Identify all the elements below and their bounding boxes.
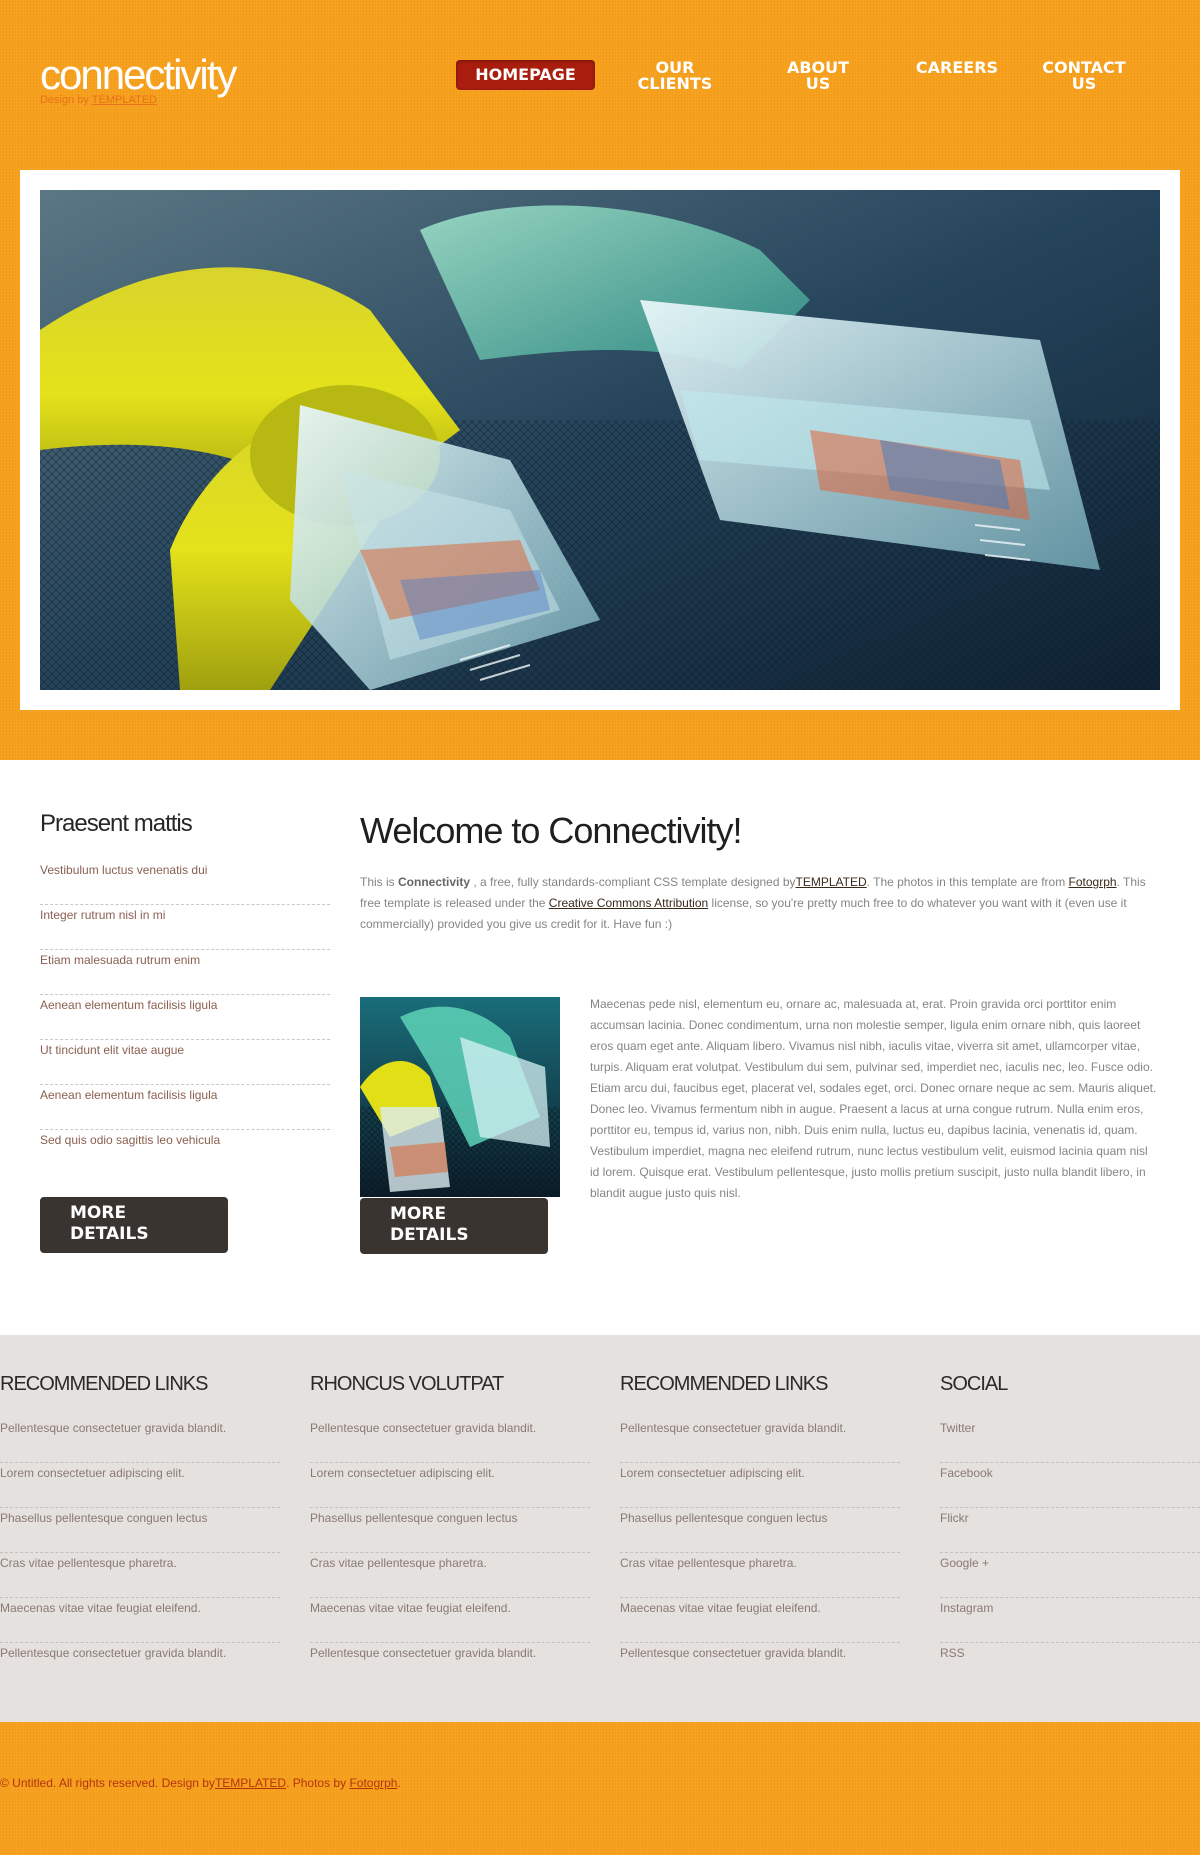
nav-label: Careers <box>915 58 999 77</box>
intro-text: This is <box>360 875 399 889</box>
footer-link[interactable]: Pellentesque consectetuer gravida blandi… <box>0 1643 280 1688</box>
footer-link[interactable]: Pellentesque consectetuer gravida blandi… <box>620 1643 900 1688</box>
sidebar-link[interactable]: Integer rutrum nisl in mi <box>40 905 330 950</box>
footer-link[interactable]: Phasellus pellentesque conguen lectus <box>0 1508 280 1553</box>
page-title: Welcome to Connectivity! <box>360 810 743 851</box>
sidebar-link[interactable]: Sed quis odio sagittis leo vehicula <box>40 1130 330 1175</box>
fotogrph-link[interactable]: Fotogrph <box>1069 875 1117 889</box>
site-footer: © Untitled. All rights reserved. Design … <box>0 1722 1200 1855</box>
nav-item-careers[interactable]: Careers <box>892 60 1022 90</box>
footer-link[interactable]: Lorem consectetuer adipiscing elit. <box>310 1463 590 1508</box>
nav-label: Homepage <box>475 65 576 84</box>
nav-item-our-clients[interactable]: Our Clients <box>610 60 740 93</box>
cable-thumbnail-photo <box>360 997 560 1197</box>
sidebar-link[interactable]: Vestibulum luctus venenatis dui <box>40 860 330 905</box>
creative-commons-link[interactable]: Creative Commons Attribution <box>549 896 708 910</box>
footer-link[interactable]: Lorem consectetuer adipiscing elit. <box>0 1463 280 1508</box>
copyright-text: . Photos by <box>286 1776 350 1790</box>
thumbnail-image <box>360 997 560 1197</box>
links-column: Recommended Links Pellentesque consectet… <box>0 1373 280 1688</box>
footer-link[interactable]: Cras vitae pellentesque pharetra. <box>620 1553 900 1598</box>
links-section: Recommended Links Pellentesque consectet… <box>0 1335 1200 1722</box>
footer-link[interactable]: Lorem consectetuer adipiscing elit. <box>620 1463 900 1508</box>
footer-link[interactable]: Cras vitae pellentesque pharetra. <box>310 1553 590 1598</box>
footer-link[interactable]: Phasellus pellentesque conguen lectus <box>310 1508 590 1553</box>
social-list: Twitter Facebook Flickr Google + Instagr… <box>940 1418 1200 1688</box>
intro-text: , a free, fully standards-compliant CSS … <box>470 875 796 889</box>
main-content: Praesent mattis Vestibulum luctus venena… <box>0 760 1200 1335</box>
sidebar-link[interactable]: Ut tincidunt elit vitae augue <box>40 1040 330 1085</box>
button-label: Details <box>70 1224 149 1244</box>
footer-link[interactable]: Cras vitae pellentesque pharetra. <box>0 1553 280 1598</box>
column-heading: Social <box>940 1373 1008 1395</box>
column-heading: Recommended Links <box>0 1373 208 1395</box>
sidebar: Praesent mattis Vestibulum luctus venena… <box>40 810 330 1175</box>
sidebar-list: Vestibulum luctus venenatis dui Integer … <box>40 860 330 1175</box>
column-heading: Rhoncus Volutpat <box>310 1373 504 1395</box>
main-nav: Homepage Our Clients About Us Careers Co… <box>0 60 1200 100</box>
social-link-google-plus[interactable]: Google + <box>940 1553 1200 1598</box>
button-label: More <box>70 1203 127 1223</box>
sidebar-more-details-button[interactable]: More Details <box>40 1197 228 1253</box>
content-more-details-button[interactable]: More Details <box>360 1198 548 1254</box>
footer-link[interactable]: Phasellus pellentesque conguen lectus <box>620 1508 900 1553</box>
intro-paragraph: This is Connectivity , a free, fully sta… <box>360 872 1160 935</box>
links-list: Pellentesque consectetuer gravida blandi… <box>310 1418 590 1688</box>
intro-text: . The photos in this template are from <box>866 875 1069 889</box>
social-link-twitter[interactable]: Twitter <box>940 1418 1200 1463</box>
network-cables-photo <box>40 190 1160 690</box>
templated-link[interactable]: TEMPLATED <box>215 1776 286 1790</box>
templated-link[interactable]: TEMPLATED <box>796 875 867 889</box>
site-header: connectivity Design by TEMPLATED Homepag… <box>0 0 1200 760</box>
copyright-text: © Untitled. All rights reserved. Design … <box>0 1776 215 1790</box>
column-heading: Recommended Links <box>620 1373 828 1395</box>
links-list: Pellentesque consectetuer gravida blandi… <box>620 1418 900 1688</box>
footer-link[interactable]: Pellentesque consectetuer gravida blandi… <box>310 1643 590 1688</box>
copyright: © Untitled. All rights reserved. Design … <box>0 1776 401 1790</box>
footer-link[interactable]: Pellentesque consectetuer gravida blandi… <box>0 1418 280 1463</box>
footer-link[interactable]: Pellentesque consectetuer gravida blandi… <box>620 1418 900 1463</box>
fotogrph-link[interactable]: Fotogrph <box>349 1776 397 1790</box>
social-link-facebook[interactable]: Facebook <box>940 1463 1200 1508</box>
button-label: More <box>390 1204 447 1224</box>
hero-image <box>40 190 1160 690</box>
sidebar-link[interactable]: Etiam malesuada rutrum enim <box>40 950 330 995</box>
copyright-text: . <box>397 1776 401 1790</box>
welcome-section: Welcome to Connectivity! This is Connect… <box>360 810 1160 1200</box>
nav-item-homepage[interactable]: Homepage <box>456 60 595 90</box>
nav-item-contact-us[interactable]: Contact Us <box>1030 60 1138 93</box>
button-label: Details <box>390 1225 469 1245</box>
footer-link[interactable]: Maecenas vitae vitae feugiat eleifend. <box>620 1598 900 1643</box>
nav-label: Clients <box>637 74 713 93</box>
hero-frame <box>20 170 1180 710</box>
nav-label: Us <box>1071 74 1097 93</box>
social-column: Social Twitter Facebook Flickr Google + … <box>940 1373 1200 1688</box>
footer-link[interactable]: Pellentesque consectetuer gravida blandi… <box>310 1418 590 1463</box>
sidebar-heading: Praesent mattis <box>40 810 193 837</box>
body-paragraph: Maecenas pede nisl, elementum eu, ornare… <box>590 997 1157 1200</box>
intro-brand: Connectivity <box>398 875 471 889</box>
links-column: Recommended Links Pellentesque consectet… <box>620 1373 900 1688</box>
social-link-rss[interactable]: RSS <box>940 1643 1200 1688</box>
footer-link[interactable]: Maecenas vitae vitae feugiat eleifend. <box>0 1598 280 1643</box>
sidebar-link[interactable]: Aenean elementum facilisis ligula <box>40 995 330 1040</box>
nav-label: Us <box>805 74 831 93</box>
nav-item-about-us[interactable]: About Us <box>760 60 876 93</box>
social-link-instagram[interactable]: Instagram <box>940 1598 1200 1643</box>
sidebar-link[interactable]: Aenean elementum facilisis ligula <box>40 1085 330 1130</box>
links-column: Rhoncus Volutpat Pellentesque consectetu… <box>310 1373 590 1688</box>
social-link-flickr[interactable]: Flickr <box>940 1508 1200 1553</box>
footer-link[interactable]: Maecenas vitae vitae feugiat eleifend. <box>310 1598 590 1643</box>
links-list: Pellentesque consectetuer gravida blandi… <box>0 1418 280 1688</box>
